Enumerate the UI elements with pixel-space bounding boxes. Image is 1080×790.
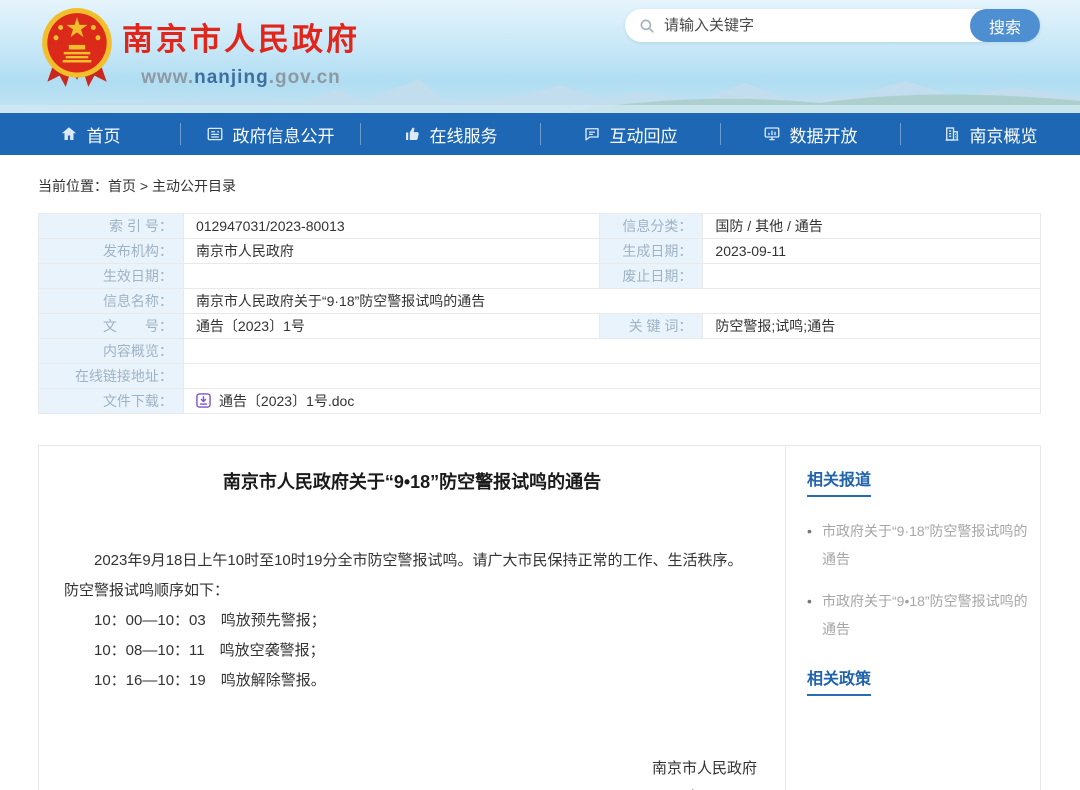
document-icon <box>206 125 224 143</box>
signature-name: 南京市人民政府 <box>39 754 757 783</box>
nav-item-interaction[interactable]: 互动回应 <box>540 113 720 155</box>
keywords-label: 关 键 词： <box>600 314 703 339</box>
site-header: 南京市人民政府 www.nanjing.gov.cn 搜索 <box>0 0 1080 113</box>
search-button[interactable]: 搜索 <box>970 9 1040 42</box>
created-label: 生成日期： <box>600 239 703 264</box>
national-emblem-icon <box>38 6 116 92</box>
table-row: 在线链接地址： <box>39 364 1041 389</box>
nav-item-label: 数据开放 <box>790 122 858 147</box>
category-value: 国防 / 其他 / 通告 <box>703 214 1041 239</box>
signature-date: 2023年9月11日 <box>39 783 757 790</box>
article-intro: 2023年9月18日上午10时至10时19分全市防空警报试鸣。请广大市民保持正常… <box>64 546 757 606</box>
nav-item-label: 南京概览 <box>970 122 1038 147</box>
schedule-line: 10：00—10：03 鸣放预先警报； <box>64 606 757 636</box>
related-policy-heading[interactable]: 相关政策 <box>807 665 871 696</box>
table-row: 生效日期： 废止日期： <box>39 264 1041 289</box>
effective-value <box>183 264 600 289</box>
name-value: 南京市人民政府关于“9·18”防空警报试鸣的通告 <box>183 289 1040 314</box>
building-icon <box>943 125 961 143</box>
list-item[interactable]: • 市政府关于“9·18”防空警报试鸣的通告 <box>807 517 1028 573</box>
link-label: 在线链接地址： <box>39 364 184 389</box>
chat-icon <box>583 125 601 143</box>
table-row: 文 号： 通告〔2023〕1号 关 键 词： 防空警报;试鸣;通告 <box>39 314 1041 339</box>
search-input[interactable] <box>664 17 970 34</box>
repeal-label: 废止日期： <box>600 264 703 289</box>
related-report-link: 市政府关于“9·18”防空警报试鸣的通告 <box>822 517 1028 573</box>
table-row: 索 引 号： 012947031/2023-80013 信息分类： 国防 / 其… <box>39 214 1041 239</box>
site-identity: 南京市人民政府 www.nanjing.gov.cn <box>122 14 360 89</box>
article-signature: 南京市人民政府 2023年9月11日 <box>39 754 785 790</box>
data-monitor-icon <box>763 125 781 143</box>
schedule-line: 10：16—10：19 鸣放解除警报。 <box>64 666 757 696</box>
site-url-domain: nanjing <box>194 67 269 88</box>
nav-item-nanjing-overview[interactable]: 南京概览 <box>900 113 1080 155</box>
docnum-label: 文 号： <box>39 314 184 339</box>
breadcrumb: 当前位置：首页 > 主动公开目录 <box>38 176 236 196</box>
sidebar: 相关报道 • 市政府关于“9·18”防空警报试鸣的通告 • 市政府关于“9•18… <box>787 446 1042 790</box>
index-value: 012947031/2023-80013 <box>183 214 600 239</box>
schedule-line: 10：08—10：11 鸣放空袭警报； <box>64 636 757 666</box>
name-label: 信息名称： <box>39 289 184 314</box>
thumbs-up-icon <box>403 125 421 143</box>
site-url: www.nanjing.gov.cn <box>122 67 360 89</box>
document-info-table: 索 引 号： 012947031/2023-80013 信息分类： 国防 / 其… <box>38 213 1041 414</box>
summary-value <box>183 339 1040 364</box>
bullet-icon: • <box>807 517 822 573</box>
related-reports-list: • 市政府关于“9·18”防空警报试鸣的通告 • 市政府关于“9•18”防空警报… <box>807 517 1028 643</box>
breadcrumb-current[interactable]: 主动公开目录 <box>152 178 236 194</box>
download-label: 文件下载： <box>39 389 184 414</box>
bullet-icon: • <box>807 587 822 643</box>
table-row: 发布机构： 南京市人民政府 生成日期： 2023-09-11 <box>39 239 1041 264</box>
download-file-name: 通告〔2023〕1号.doc <box>219 391 354 411</box>
site-title: 南京市人民政府 <box>122 14 360 59</box>
article-main: 南京市人民政府关于“9•18”防空警报试鸣的通告 2023年9月18日上午10时… <box>39 446 786 790</box>
home-icon <box>60 125 78 143</box>
nav-item-label: 政府信息公开 <box>233 122 335 147</box>
page: 南京市人民政府 www.nanjing.gov.cn 搜索 首页 政府信息公开 <box>0 0 1080 790</box>
summary-label: 内容概览： <box>39 339 184 364</box>
site-url-suffix: .gov.cn <box>269 67 341 88</box>
publisher-label: 发布机构： <box>39 239 184 264</box>
breadcrumb-prefix: 当前位置： <box>38 178 108 194</box>
national-emblem-logo <box>38 6 116 92</box>
repeal-value <box>703 264 1041 289</box>
download-cell: 通告〔2023〕1号.doc <box>183 389 1040 414</box>
article-body: 2023年9月18日上午10时至10时19分全市防空警报试鸣。请广大市民保持正常… <box>64 546 757 696</box>
related-reports-heading[interactable]: 相关报道 <box>807 466 871 497</box>
nav-item-open-data[interactable]: 数据开放 <box>720 113 900 155</box>
search-bar: 搜索 <box>625 9 1040 42</box>
table-row: 文件下载： 通告〔2023〕1号.doc <box>39 389 1041 414</box>
download-file-link[interactable]: 通告〔2023〕1号.doc <box>196 391 354 411</box>
link-value <box>183 364 1040 389</box>
nav-item-online-services[interactable]: 在线服务 <box>360 113 540 155</box>
created-value: 2023-09-11 <box>703 239 1041 264</box>
nav-item-gov-info[interactable]: 政府信息公开 <box>180 113 360 155</box>
search-icon <box>638 17 656 35</box>
keywords-value: 防空警报;试鸣;通告 <box>703 314 1041 339</box>
breadcrumb-separator: > <box>136 178 152 194</box>
article-title: 南京市人民政府关于“9•18”防空警报试鸣的通告 <box>39 468 785 494</box>
nav-item-label: 互动回应 <box>610 122 678 147</box>
list-item[interactable]: • 市政府关于“9•18”防空警报试鸣的通告 <box>807 587 1028 643</box>
site-url-www: www. <box>141 67 194 88</box>
download-icon <box>196 393 211 408</box>
breadcrumb-home-link[interactable]: 首页 <box>108 178 136 194</box>
table-row: 内容概览： <box>39 339 1041 364</box>
related-report-link: 市政府关于“9•18”防空警报试鸣的通告 <box>822 587 1028 643</box>
docnum-value: 通告〔2023〕1号 <box>183 314 600 339</box>
effective-label: 生效日期： <box>39 264 184 289</box>
nav-item-label: 首页 <box>87 122 121 147</box>
index-label: 索 引 号： <box>39 214 184 239</box>
nav-item-label: 在线服务 <box>430 122 498 147</box>
category-label: 信息分类： <box>600 214 703 239</box>
main-nav: 首页 政府信息公开 在线服务 互动回应 数据开放 <box>0 113 1080 155</box>
publisher-value: 南京市人民政府 <box>183 239 600 264</box>
content-box: 南京市人民政府关于“9•18”防空警报试鸣的通告 2023年9月18日上午10时… <box>38 445 1041 790</box>
table-row: 信息名称： 南京市人民政府关于“9·18”防空警报试鸣的通告 <box>39 289 1041 314</box>
nav-item-home[interactable]: 首页 <box>0 113 180 155</box>
